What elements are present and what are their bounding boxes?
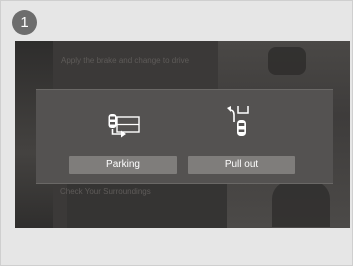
background-vehicle-bottom [272,181,330,227]
manual-illustration-frame: 1 Apply the brake and change to drive Ch… [0,0,353,266]
mode-selection-panel: Parking Pull out [36,89,333,184]
pull-out-mode-icon [227,106,249,136]
pull-out-button[interactable]: Pull out [188,156,295,174]
display-screen: Apply the brake and change to drive Chec… [15,41,350,228]
parking-mode-icon [108,114,140,138]
step-number-badge: 1 [12,10,37,35]
parking-button[interactable]: Parking [69,156,177,174]
background-vehicle-top [268,47,306,75]
screen-hint-bottom: Check Your Surroundings [60,187,151,196]
screen-hint-top: Apply the brake and change to drive [61,56,190,65]
